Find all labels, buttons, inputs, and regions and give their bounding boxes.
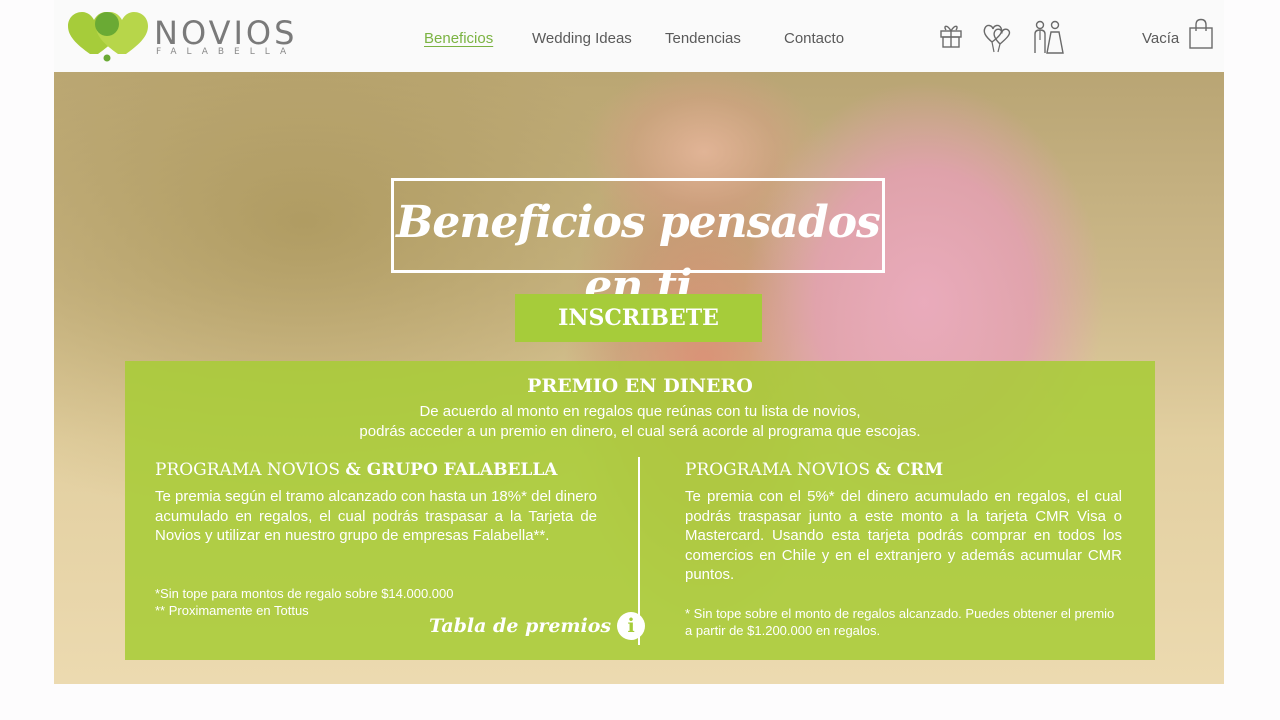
heading-bold: & CRM (875, 460, 944, 480)
gift-icon[interactable] (938, 20, 968, 54)
panel-intro: De acuerdo al monto en regalos que reúna… (125, 402, 1155, 442)
program-crm-column: PROGRAMA NOVIOS & CRM Te premia con el 5… (685, 459, 1122, 638)
cart-label[interactable]: Vacía (1142, 28, 1179, 50)
couple-icon[interactable] (1032, 20, 1064, 54)
hearts-icon[interactable] (982, 20, 1012, 54)
heading-light: PROGRAMA NOVIOS (155, 460, 346, 480)
program-falabella-heading: PROGRAMA NOVIOS & GRUPO FALABELLA (155, 459, 597, 481)
panel-intro-line: podrás acceder a un premio en dinero, el… (359, 423, 921, 440)
nav-contacto[interactable]: Contacto (784, 28, 844, 50)
inscribete-button[interactable]: INSCRIBETE (515, 294, 762, 342)
footnote: *Sin tope para montos de regalo sobre $1… (155, 586, 454, 601)
program-falabella-text: Te premia según el tramo alcanzado con h… (155, 488, 597, 544)
nav-beneficios[interactable]: Beneficios (424, 28, 493, 50)
panel-intro-line: De acuerdo al monto en regalos que reúna… (419, 403, 861, 420)
nav-wedding-ideas[interactable]: Wedding Ideas (532, 28, 632, 50)
heading-bold: & GRUPO FALABELLA (345, 460, 558, 480)
nav-tendencias[interactable]: Tendencias (665, 28, 741, 50)
program-falabella-column: PROGRAMA NOVIOS & GRUPO FALABELLA Te pre… (155, 459, 597, 618)
shopping-bag-icon[interactable] (1188, 18, 1214, 55)
page: NOVIOS FALABELLA Beneficios Wedding Idea… (54, 0, 1224, 684)
program-crm-note: * Sin tope sobre el monto de regalos alc… (685, 606, 1115, 638)
tabla-premios-link[interactable]: Tabla de premios i (429, 611, 646, 641)
info-icon[interactable]: i (617, 612, 646, 640)
site-header: NOVIOS FALABELLA Beneficios Wedding Idea… (54, 0, 1224, 72)
hero-banner: Beneficios pensados en ti INSCRIBETE PRE… (54, 72, 1224, 684)
program-crm-text: Te premia con el 5%* del dinero acumulad… (685, 488, 1122, 583)
heading-light: PROGRAMA NOVIOS (685, 460, 876, 480)
tabla-premios-label[interactable]: Tabla de premios (429, 611, 611, 641)
hero-title-frame: Beneficios pensados en ti (391, 178, 885, 312)
premio-panel: PREMIO EN DINERO De acuerdo al monto en … (125, 361, 1155, 660)
panel-title: PREMIO EN DINERO (527, 375, 753, 397)
program-crm-heading: PROGRAMA NOVIOS & CRM (685, 459, 1122, 481)
